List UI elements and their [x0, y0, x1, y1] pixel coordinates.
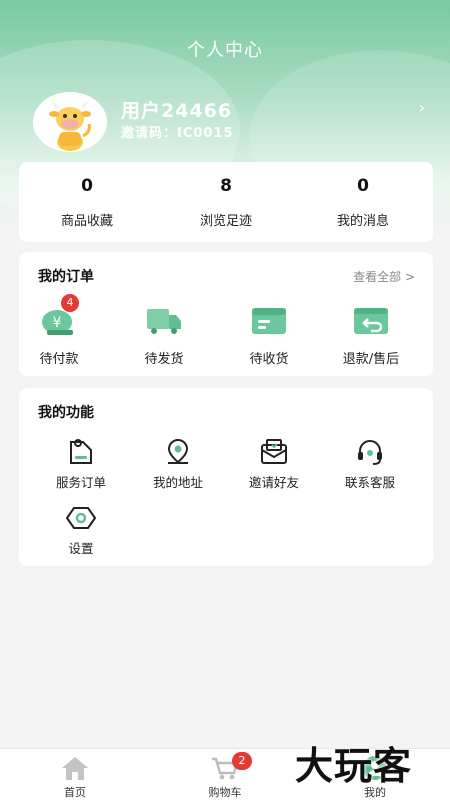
order-badge: 4	[61, 294, 79, 312]
home-icon	[60, 755, 90, 781]
order-label: 退款/售后	[342, 352, 400, 367]
refund-icon	[353, 306, 389, 336]
cow-mascot-icon	[33, 92, 107, 152]
stat-messages[interactable]: 0 我的消息	[303, 176, 423, 229]
tab-label: 购物车	[208, 786, 242, 799]
functions-card: 我的功能 服务订单 我的地址 邀请好友 联系客服 设置	[19, 388, 433, 566]
function-label: 邀请好友	[248, 475, 299, 490]
fn-my-address[interactable]: 我的地址	[133, 438, 223, 491]
order-label: 待收货	[249, 352, 289, 367]
payment-icon: ¥ 4	[41, 294, 79, 336]
order-pending-payment[interactable]: ¥ 4 待付款	[19, 294, 99, 367]
functions-title: 我的功能	[38, 405, 94, 421]
user-name: 用户24466	[121, 100, 233, 122]
stat-label: 商品收藏	[60, 214, 113, 229]
stats-card: 0 商品收藏 8 浏览足迹 0 我的消息	[19, 162, 433, 242]
stat-label: 我的消息	[336, 214, 389, 229]
package-icon	[251, 306, 287, 336]
stat-label: 浏览足迹	[199, 214, 252, 229]
orders-card: 我的订单 查看全部 > ¥ 4 待付款 待发货 待收货 退款/售后	[19, 252, 433, 376]
settings-icon	[65, 504, 97, 532]
fn-invite-friends[interactable]: 邀请好友	[229, 438, 319, 491]
cart-icon: 2	[210, 752, 252, 781]
function-label: 服务订单	[55, 475, 106, 490]
stat-history[interactable]: 8 浏览足迹	[166, 176, 286, 229]
location-icon	[163, 438, 193, 466]
stat-value: 0	[81, 176, 93, 196]
watermark-logo: 大玩客	[295, 744, 413, 788]
view-all-orders-link[interactable]: 查看全部 >	[353, 268, 415, 285]
tab-cart[interactable]: 2 购物车	[180, 752, 270, 800]
order-pending-shipment[interactable]: 待发货	[124, 306, 204, 367]
invite-envelope-icon	[259, 438, 289, 466]
fn-customer-service[interactable]: 联系客服	[325, 438, 415, 491]
chevron-right-icon[interactable]: ›	[419, 98, 425, 117]
function-label: 联系客服	[344, 475, 395, 490]
invite-code: 邀请码：IC0015	[121, 126, 234, 141]
stat-value: 8	[220, 176, 232, 196]
service-order-icon	[66, 438, 96, 466]
stat-favorites[interactable]: 0 商品收藏	[27, 176, 147, 229]
tab-home[interactable]: 首页	[30, 755, 120, 800]
truck-icon	[146, 306, 182, 336]
headset-icon	[355, 438, 385, 466]
order-label: 待付款	[39, 352, 79, 367]
svg-text:¥: ¥	[53, 315, 62, 331]
stat-value: 0	[357, 176, 369, 196]
orders-title: 我的订单	[38, 269, 94, 285]
page-title: 个人中心	[187, 40, 263, 61]
order-label: 待发货	[144, 352, 184, 367]
fn-service-orders[interactable]: 服务订单	[36, 438, 126, 491]
order-refund-aftersales[interactable]: 退款/售后	[331, 306, 411, 367]
tab-label: 首页	[64, 786, 86, 799]
fn-settings[interactable]: 设置	[36, 504, 126, 557]
profile-header[interactable]: 用户24466 邀请码：IC0015 ›	[33, 92, 433, 154]
function-label: 我的地址	[152, 475, 203, 490]
order-pending-receipt[interactable]: 待收货	[229, 306, 309, 367]
function-label: 设置	[68, 541, 94, 556]
cart-badge: 2	[232, 752, 252, 770]
avatar[interactable]	[33, 92, 107, 152]
